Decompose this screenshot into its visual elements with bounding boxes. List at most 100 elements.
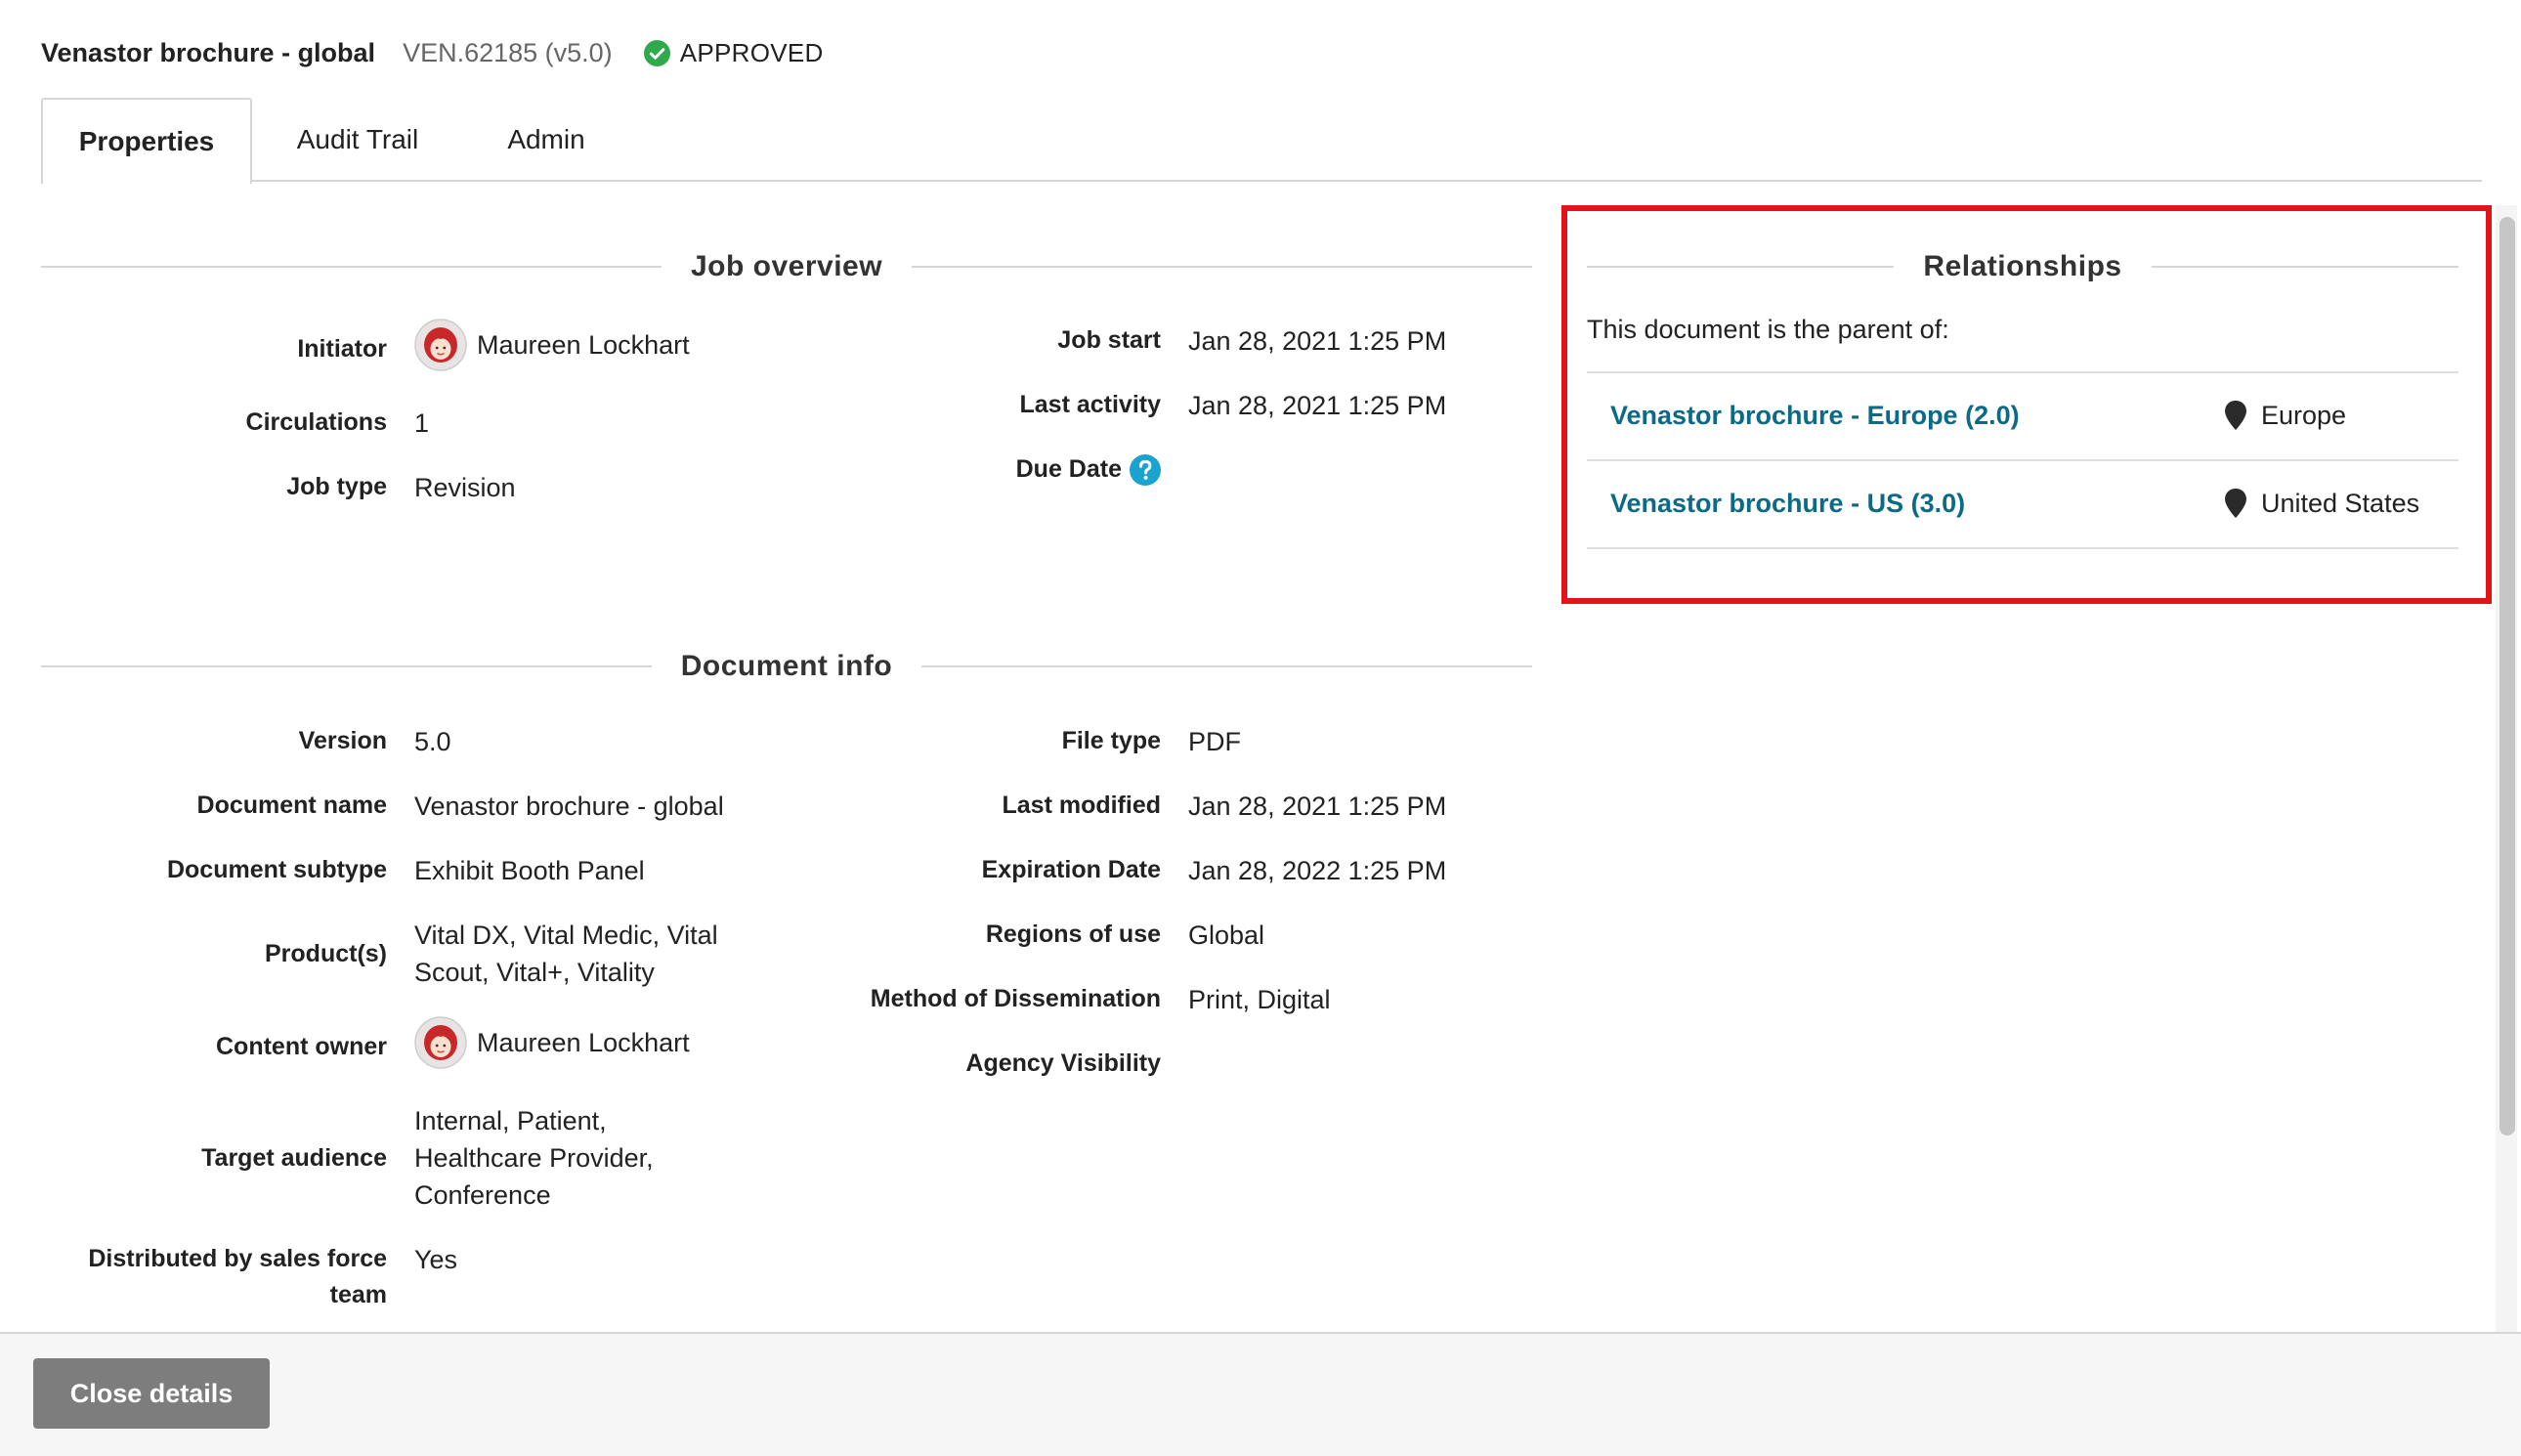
map-pin-icon	[2225, 401, 2246, 430]
field-value: 1	[414, 408, 430, 438]
field-label: Product(s)	[265, 940, 387, 967]
field-products: Product(s) Vital DX, Vital Medic, Vital …	[41, 917, 718, 991]
field-file-type: File type PDF	[756, 723, 1241, 760]
value-line: Vital DX, Vital Medic, Vital	[414, 921, 718, 950]
tab-audit-trail[interactable]: Audit Trail	[252, 98, 463, 182]
section-title: Document info	[680, 650, 893, 682]
field-target-audience: Target audience Internal, Patient, Healt…	[41, 1102, 654, 1214]
field-last-activity: Last activity Jan 28, 2021 1:25 PM	[756, 387, 1446, 424]
field-label: Last activity	[1019, 391, 1161, 418]
field-value: Jan 28, 2021 1:25 PM	[1188, 391, 1447, 420]
relationships-intro: This document is the parent of:	[1587, 315, 1949, 344]
field-label: Regions of use	[985, 921, 1161, 948]
region-label: Europe	[2261, 400, 2347, 430]
label-line: team	[329, 1281, 387, 1308]
field-value: Maureen Lockhart	[414, 319, 690, 371]
document-title: Venastor brochure - global	[41, 37, 376, 67]
divider	[1587, 547, 2458, 549]
section-title: Job overview	[690, 250, 883, 282]
relationship-row: Venastor brochure - US (3.0) United Stat…	[1587, 461, 2458, 545]
field-value: 5.0	[414, 727, 451, 756]
section-title: Relationships	[1923, 250, 2122, 282]
job-overview-header: Job overview	[41, 247, 1533, 286]
divider	[2151, 266, 2459, 268]
content-owner-name: Maureen Lockhart	[477, 1028, 690, 1057]
relationship-region: United States	[2224, 489, 2419, 519]
tab-admin[interactable]: Admin	[463, 98, 629, 182]
field-label: Circulations	[245, 408, 387, 436]
field-regions-of-use: Regions of use Global	[756, 917, 1264, 954]
field-content-owner: Content owner Maureen Lockhart	[41, 1016, 690, 1077]
field-label: Document subtype	[166, 856, 387, 883]
scrollbar-thumb[interactable]	[2500, 217, 2515, 1135]
field-label: File type	[1061, 727, 1161, 754]
field-label: Document name	[196, 792, 387, 819]
check-circle-icon	[643, 39, 670, 66]
field-document-subtype: Document subtype Exhibit Booth Panel	[41, 852, 645, 889]
field-value: Revision	[414, 473, 516, 502]
field-label: Initiator	[297, 335, 387, 363]
field-initiator: Initiator Maureen Lockhart	[41, 319, 690, 379]
footer-bar	[0, 1332, 2521, 1456]
field-label: Version	[298, 727, 387, 754]
field-agency-visibility: Agency Visibility	[756, 1046, 1188, 1082]
initiator-name: Maureen Lockhart	[477, 330, 690, 360]
field-label: Expiration Date	[981, 856, 1161, 883]
label-line: Distributed by sales force	[88, 1245, 387, 1272]
divider	[41, 266, 662, 268]
field-due-date: Due Date	[756, 451, 1188, 488]
document-id: VEN.62185 (v5.0)	[403, 37, 613, 67]
field-value: Internal, Patient, Healthcare Provider, …	[414, 1102, 654, 1214]
divider	[921, 665, 1532, 667]
tab-properties[interactable]: Properties	[41, 98, 252, 184]
divider	[912, 266, 1533, 268]
close-details-button[interactable]: Close details	[33, 1358, 270, 1429]
status-text: APPROVED	[679, 37, 824, 67]
relationship-row: Venastor brochure - Europe (2.0) Europe	[1587, 373, 2458, 457]
field-circulations: Circulations 1	[41, 405, 430, 442]
region-label: United States	[2261, 488, 2420, 518]
field-value: Jan 28, 2021 1:25 PM	[1188, 792, 1447, 821]
field-label: Distributed by sales force team	[41, 1241, 387, 1313]
field-value: Jan 28, 2021 1:25 PM	[1188, 326, 1447, 356]
field-last-modified: Last modified Jan 28, 2021 1:25 PM	[756, 788, 1446, 825]
field-label: Last modified	[1002, 792, 1161, 819]
field-method-of-dissemination: Method of Dissemination Print, Digital	[756, 981, 1331, 1018]
field-value: Vital DX, Vital Medic, Vital Scout, Vita…	[414, 917, 718, 991]
field-value: Global	[1188, 921, 1265, 950]
field-document-name: Document name Venastor brochure - global	[41, 788, 724, 825]
field-job-start: Job start Jan 28, 2021 1:25 PM	[756, 322, 1446, 360]
relationship-region: Europe	[2224, 401, 2346, 431]
divider	[1587, 266, 1895, 268]
divider	[41, 665, 652, 667]
field-distributed-by-sales-force: Distributed by sales force team Yes	[41, 1241, 457, 1313]
value-line: Healthcare Provider,	[414, 1143, 654, 1173]
question-circle-icon[interactable]	[1130, 454, 1161, 487]
tab-bar: Properties Audit Trail Admin	[41, 98, 2482, 184]
relationship-link-europe[interactable]: Venastor brochure - Europe (2.0)	[1610, 401, 2020, 431]
field-value: PDF	[1188, 727, 1241, 756]
relationship-link-us[interactable]: Venastor brochure - US (3.0)	[1610, 489, 1965, 519]
field-label: Job start	[1057, 326, 1161, 354]
document-header: Venastor brochure - global VEN.62185 (v5…	[41, 29, 824, 76]
field-expiration-date: Expiration Date Jan 28, 2022 1:25 PM	[756, 852, 1447, 889]
field-value: Exhibit Booth Panel	[414, 856, 645, 885]
field-value: Yes	[414, 1245, 458, 1274]
value-line: Scout, Vital+, Vitality	[414, 958, 655, 987]
field-value: Venastor brochure - global	[414, 792, 724, 821]
avatar	[414, 319, 467, 371]
field-label: Method of Dissemination	[870, 985, 1161, 1012]
relationships-header: Relationships	[1587, 247, 2459, 286]
field-label: Job type	[286, 473, 387, 500]
field-version: Version 5.0	[41, 723, 451, 760]
avatar	[414, 1016, 467, 1069]
value-line: Internal, Patient,	[414, 1106, 607, 1135]
due-date-label: Due Date	[1015, 455, 1122, 483]
map-pin-icon	[2225, 489, 2246, 518]
status-badge: APPROVED	[643, 37, 824, 68]
document-details-page: Venastor brochure - global VEN.62185 (v5…	[0, 0, 2521, 1456]
field-job-type: Job type Revision	[41, 469, 516, 506]
field-label: Agency Visibility	[965, 1049, 1161, 1077]
field-label: Due Date	[756, 451, 1161, 488]
field-value: Jan 28, 2022 1:25 PM	[1188, 856, 1447, 885]
